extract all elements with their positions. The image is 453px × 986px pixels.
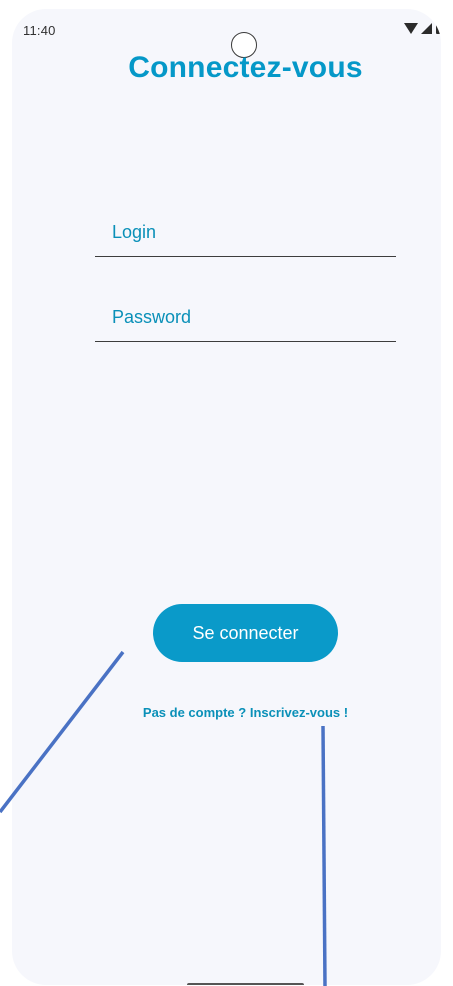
password-field[interactable] xyxy=(95,296,396,342)
screen: 11:40 Connectez-vous Se connecter Pas de… xyxy=(0,0,453,986)
login-button[interactable]: Se connecter xyxy=(153,604,338,662)
wifi-icon xyxy=(404,23,418,34)
signup-link[interactable]: Pas de compte ? Inscrivez-vous ! xyxy=(102,705,389,720)
password-input[interactable] xyxy=(112,296,382,338)
status-time: 11:40 xyxy=(23,23,56,38)
login-field[interactable] xyxy=(95,211,396,257)
page-title: Connectez-vous xyxy=(128,51,363,84)
login-input[interactable] xyxy=(112,211,382,253)
status-icons xyxy=(404,23,441,34)
phone-screen: 11:40 Connectez-vous Se connecter Pas de… xyxy=(12,9,441,985)
battery-icon xyxy=(436,23,441,34)
home-indicator[interactable] xyxy=(187,983,304,985)
signal-icon xyxy=(421,23,432,34)
